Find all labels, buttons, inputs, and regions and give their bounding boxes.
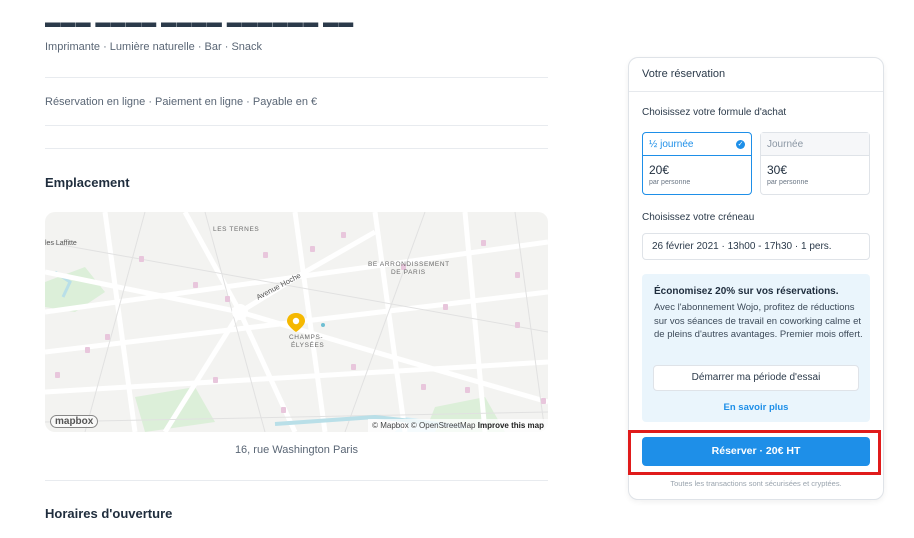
slot-selector[interactable]: 26 février 2021 · 13h00 - 17h30 · 1 pers… — [642, 233, 870, 260]
promo-title: Économisez 20% sur vos réservations. — [654, 286, 839, 297]
map-label-laffitte: les Laffitte — [45, 240, 77, 247]
booking-card-header: Votre réservation — [629, 58, 883, 92]
option-half-day[interactable]: ½ journée ✓ 20€ par personne — [642, 132, 752, 195]
option-full-day[interactable]: Journée 30€ par personne — [760, 132, 870, 195]
map-label-les-ternes: LES TERNES — [213, 226, 259, 233]
option-half-day-unit: par personne — [649, 179, 691, 186]
divider — [45, 480, 548, 481]
clipped-heading: ▬▬▬ ▬▬▬▬ ▬▬▬▬ ▬▬▬▬▬▬ ▬▬ ▬▬▬▬▬▬▬▬ ▬▬▬ ▬▬▬… — [45, 22, 354, 32]
option-full-day-name: Journée — [767, 139, 804, 150]
option-full-day-price: 30€ — [767, 163, 788, 177]
highlight-box — [628, 430, 881, 475]
divider — [45, 125, 548, 126]
promo-text: Avec l'abonnement Wojo, profitez de rédu… — [654, 302, 863, 341]
map-label-arrondissement: BE ARRONDISSEMENT — [368, 261, 450, 268]
booking-title: Votre réservation — [642, 68, 726, 80]
divider — [45, 148, 548, 149]
map-label-champs: CHAMPS- — [289, 334, 323, 341]
address-text: 16, rue Washington Paris — [234, 444, 359, 456]
mapbox-logo[interactable]: mapbox — [50, 415, 99, 428]
map-attribution[interactable]: © Mapbox © OpenStreetMap Improve this ma… — [368, 419, 548, 432]
improve-map-link[interactable]: Improve this map — [478, 421, 544, 430]
map-canvas: LES TERNES BE ARRONDISSEMENT DE PARIS CH… — [45, 212, 548, 432]
booking-info-text: Réservation en ligne · Paiement en ligne… — [45, 96, 318, 108]
subscription-promo: Économisez 20% sur vos réservations. Ave… — [642, 274, 870, 422]
map-label-de-paris: DE PARIS — [391, 269, 426, 276]
option-half-day-header: ½ journée ✓ — [643, 133, 751, 156]
hours-title: Horaires d'ouverture — [45, 506, 173, 521]
location-title: Emplacement — [45, 175, 130, 190]
map-label-elysees: ÉLYSÉES — [291, 340, 324, 349]
check-circle-icon: ✓ — [736, 140, 745, 149]
amenities-text: Imprimante · Lumière naturelle · Bar · S… — [45, 41, 263, 53]
slot-label: Choisissez votre créneau — [642, 212, 755, 223]
option-half-day-price: 20€ — [649, 163, 670, 177]
start-trial-button[interactable]: Démarrer ma période d'essai — [653, 365, 859, 391]
option-full-day-header: Journée — [761, 133, 869, 156]
formula-label: Choisissez votre formule d'achat — [642, 107, 787, 118]
location-map[interactable]: LES TERNES BE ARRONDISSEMENT DE PARIS CH… — [45, 212, 548, 432]
learn-more-link[interactable]: En savoir plus — [642, 402, 870, 413]
option-full-day-unit: par personne — [767, 179, 809, 186]
option-half-day-name: ½ journée — [649, 139, 694, 150]
secure-transactions-note: Toutes les transactions sont sécurisées … — [670, 479, 842, 488]
divider — [45, 77, 548, 78]
map-attribution-text[interactable]: © Mapbox © OpenStreetMap — [372, 421, 475, 430]
